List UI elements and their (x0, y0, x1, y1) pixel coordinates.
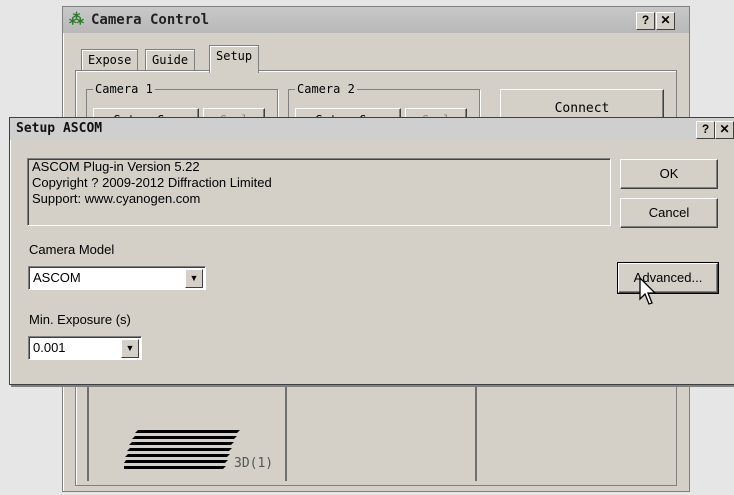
tab-guide[interactable]: Guide (145, 49, 196, 72)
tab-setup[interactable]: Setup (209, 45, 260, 73)
preview-pane-2 (285, 381, 477, 481)
chevron-down-icon[interactable]: ▼ (185, 269, 203, 288)
tab-expose[interactable]: Expose (81, 49, 139, 72)
info-copyright: Copyright ? 2009-2012 Diffraction Limite… (32, 175, 272, 190)
setup-ascom-dialog: Setup ASCOM ? ✕ ASCOM Plug-in Version 5.… (9, 117, 734, 385)
dialog-help-button[interactable]: ? (696, 121, 715, 139)
ok-button[interactable]: OK (620, 159, 718, 189)
camera2-caption: Camera 2 (295, 82, 357, 96)
camera1-caption: Camera 1 (93, 82, 155, 96)
camera-model-value: ASCOM (33, 270, 81, 285)
min-exposure-label: Min. Exposure (s) (29, 312, 131, 327)
dialog-close-button[interactable]: ✕ (715, 121, 734, 139)
camera-model-label: Camera Model (29, 242, 115, 257)
dialog-titlebar[interactable]: Setup ASCOM ? ✕ (10, 118, 734, 140)
chevron-down-icon[interactable]: ▼ (121, 339, 139, 358)
min-exposure-value: 0.001 (33, 340, 66, 355)
advanced-button[interactable]: Advanced... (617, 262, 719, 294)
close-button[interactable]: ✕ (656, 12, 675, 30)
cancel-button[interactable]: Cancel (620, 198, 718, 228)
info-support: Support: www.cyanogen.com (32, 191, 201, 206)
stripes-graphic (124, 430, 240, 469)
min-exposure-select[interactable]: 0.001 ▼ (28, 336, 142, 360)
help-button[interactable]: ? (636, 12, 655, 30)
plugin-info-box: ASCOM Plug-in Version 5.22 Copyright ? 2… (27, 158, 611, 226)
camera-control-titlebar[interactable]: ⁂ Camera Control ? ✕ (63, 7, 689, 33)
camera-model-select[interactable]: ASCOM ▼ (28, 266, 206, 290)
window-title: Camera Control (91, 12, 210, 28)
mouse-pointer-icon (639, 277, 657, 305)
dialog-title: Setup ASCOM (16, 121, 103, 136)
preview-label: 3D(1) (234, 456, 274, 471)
info-version: ASCOM Plug-in Version 5.22 (32, 159, 200, 174)
camera-app-icon: ⁂ (69, 11, 84, 28)
